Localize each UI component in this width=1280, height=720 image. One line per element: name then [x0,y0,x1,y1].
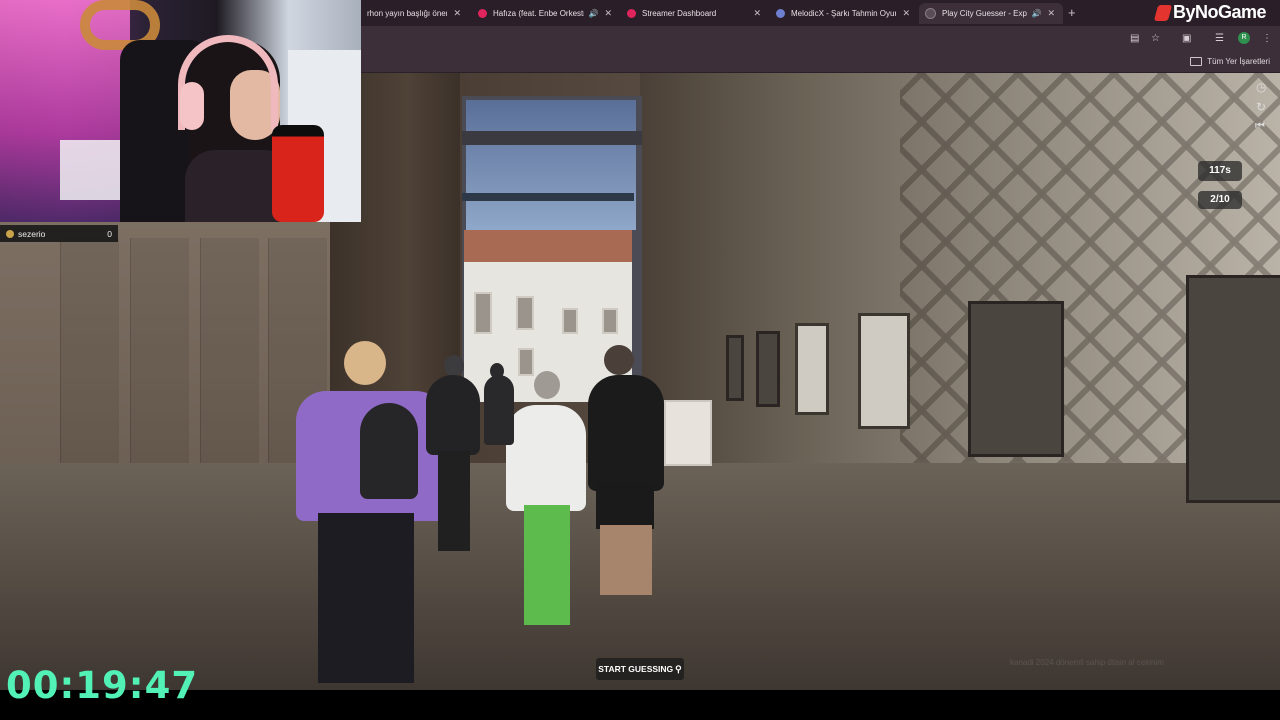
tab-1[interactable]: Hafıza (feat. Enbe Orkestras 🔊 ✕ [472,3,620,24]
wall-frame [756,331,780,407]
menu-icon[interactable]: ⋮ [1262,33,1272,44]
window [602,308,618,334]
close-icon[interactable]: ✕ [902,8,910,19]
tab-0[interactable]: rhon yayın başlığı öneri ✕ [361,3,469,24]
refresh-icon[interactable]: ↻ [1256,100,1266,114]
person-dark [426,375,480,455]
tab-4-active[interactable]: Play City Guesser - Explore 🔊 ✕ [919,3,1063,24]
scene-watermark: kanadi 2024 dönemli sahip dtisin al ceki… [1010,658,1164,667]
person-head [444,355,464,377]
person-legs [318,513,414,683]
start-guessing-label: START GUESSING [598,664,674,674]
clock-icon[interactable]: ◷ [1256,80,1266,94]
map-pin-icon: ⚲ [675,663,682,674]
chat-score: 0 [107,228,112,239]
folder-icon [1190,57,1203,66]
person-green-pants [524,505,570,625]
favicon-icon [478,9,487,18]
all-bookmarks-button[interactable]: Tüm Yer İşaretleri [1190,57,1270,66]
extensions-icon[interactable]: ▣ [1182,33,1191,44]
person-distant [484,375,514,445]
coin-icon [6,229,14,238]
person-legs [438,451,470,551]
headset-earcup [180,82,204,130]
star-icon[interactable]: ☆ [1151,33,1160,44]
stream-timer: 00:19:47 [6,664,199,707]
person-white-shirt [506,405,586,511]
brand-logo: ByNoGame [1153,2,1267,23]
wall-frame [968,301,1064,457]
tile-roof [464,230,632,264]
wall-frame [858,313,910,429]
microphone [272,125,324,222]
person-legs [600,525,652,595]
profile-avatar[interactable]: R [1238,32,1250,44]
tab-title: rhon yayın başlığı öneri [367,9,448,18]
person-head [344,341,386,385]
tab-3[interactable]: MelodicX - Şarkı Tahmin Oyunu ✕ [770,3,918,24]
person-shorts [596,483,654,529]
new-tab-button[interactable]: + [1068,5,1076,20]
backpack [360,403,418,499]
window [516,296,534,330]
info-sign [664,400,712,466]
all-bookmarks-label: Tüm Yer İşaretleri [1207,57,1270,66]
media-icon[interactable]: ☰ [1215,33,1224,44]
favicon-icon [627,9,636,18]
tab-title: MelodicX - Şarkı Tahmin Oyunu [791,9,897,18]
favicon-icon [925,8,936,19]
chat-leaderboard-row: sezerio 0 [0,225,118,242]
close-icon[interactable]: ✕ [604,8,612,19]
tab-title: Streamer Dashboard [642,9,717,18]
start-guessing-button[interactable]: START GUESSING ⚲ [596,658,684,680]
round-counter: 2/10 [1198,191,1242,209]
wall-frame [726,335,744,401]
return-to-start-icon[interactable]: ⏮ [1255,120,1265,133]
time-remaining: 117s [1198,161,1242,181]
chat-username: sezerio [18,228,46,239]
window [562,308,578,334]
person-head [604,345,634,375]
wall-frame [795,323,829,415]
window [474,292,492,334]
sky [466,100,636,230]
beam [462,131,642,145]
door [518,348,534,376]
audio-icon[interactable]: 🔊 [1031,9,1041,18]
brand-mark-icon [1153,4,1173,21]
tab-2[interactable]: Streamer Dashboard ✕ [621,3,769,24]
person-head [534,371,560,399]
favicon-icon [776,9,785,18]
tab-title: Hafıza (feat. Enbe Orkestras [493,9,585,18]
wall-frame [1186,275,1280,503]
keyboard-piano [60,140,120,200]
tab-title: Play City Guesser - Explore [942,9,1027,18]
close-icon[interactable]: ✕ [753,8,761,19]
audio-icon[interactable]: 🔊 [588,9,598,18]
webcam-overlay [0,0,361,222]
translate-icon[interactable]: ▤ [1130,33,1139,44]
brand-name: ByNoGame [1173,2,1267,22]
close-icon[interactable]: ✕ [1047,8,1055,19]
close-icon[interactable]: ✕ [453,8,461,19]
person-black-shirt [588,375,664,491]
beam [462,193,634,201]
